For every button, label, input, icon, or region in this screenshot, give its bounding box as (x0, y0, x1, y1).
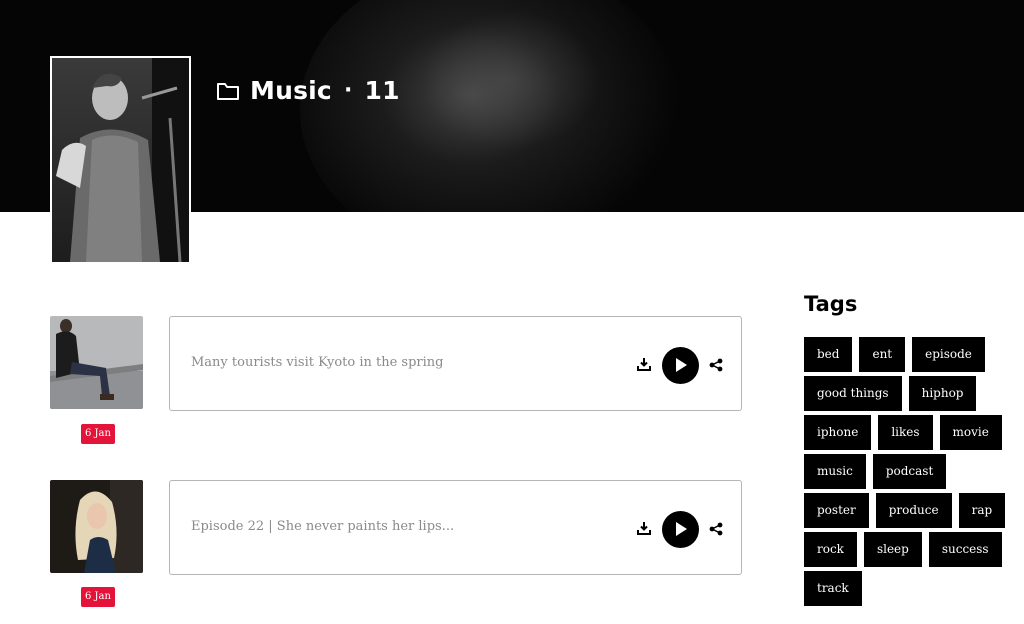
tag-link[interactable]: music (804, 454, 866, 489)
tag-link[interactable]: bed (804, 337, 853, 372)
play-icon (676, 358, 687, 372)
episode-date-badge: 6 Jan (81, 424, 115, 444)
episode-card[interactable]: Many tourists visit Kyoto in the spring (169, 316, 742, 411)
folder-icon (217, 82, 239, 100)
share-icon[interactable] (709, 522, 723, 536)
episode-thumbnail[interactable] (50, 480, 143, 573)
category-name: Music (250, 76, 332, 105)
download-icon[interactable] (637, 357, 651, 371)
play-icon (676, 522, 687, 536)
tags-heading: Tags (804, 292, 858, 316)
play-button[interactable] (662, 511, 699, 548)
episode-thumbnail[interactable] (50, 316, 143, 409)
tag-link[interactable]: good things (804, 376, 902, 411)
episode-card[interactable]: Episode 22 | She never paints her lips..… (169, 480, 742, 575)
title-separator: · (343, 78, 353, 103)
download-icon[interactable] (637, 521, 651, 535)
tag-link[interactable]: episode (912, 337, 985, 372)
tag-link[interactable]: ent (859, 337, 906, 372)
tag-link[interactable]: poster (804, 493, 869, 528)
episode-title[interactable]: Many tourists visit Kyoto in the spring (191, 355, 443, 370)
episode-title[interactable]: Episode 22 | She never paints her lips..… (191, 519, 454, 534)
episode-date-badge: 6 Jan (81, 587, 115, 607)
tag-link[interactable]: podcast (872, 454, 947, 489)
tag-link[interactable]: iphone (804, 415, 872, 450)
tag-link[interactable]: movie (939, 415, 1002, 450)
episode-count: 11 (364, 76, 400, 105)
tag-cloud: bed ent episode good things hiphop iphon… (804, 337, 1014, 606)
page-title: Music · 11 (216, 76, 400, 105)
tag-link[interactable]: produce (875, 493, 952, 528)
tag-link[interactable]: track (804, 571, 862, 606)
tag-link[interactable]: likes (878, 415, 933, 450)
tag-link[interactable]: hiphop (908, 376, 977, 411)
tag-link[interactable]: rock (804, 532, 857, 567)
category-cover-image (50, 56, 191, 264)
tag-link[interactable]: success (928, 532, 1002, 567)
share-icon[interactable] (709, 358, 723, 372)
hero-background-highlight (420, 10, 600, 150)
tag-link[interactable]: sleep (863, 532, 922, 567)
tag-link[interactable]: rap (958, 493, 1006, 528)
play-button[interactable] (662, 347, 699, 384)
